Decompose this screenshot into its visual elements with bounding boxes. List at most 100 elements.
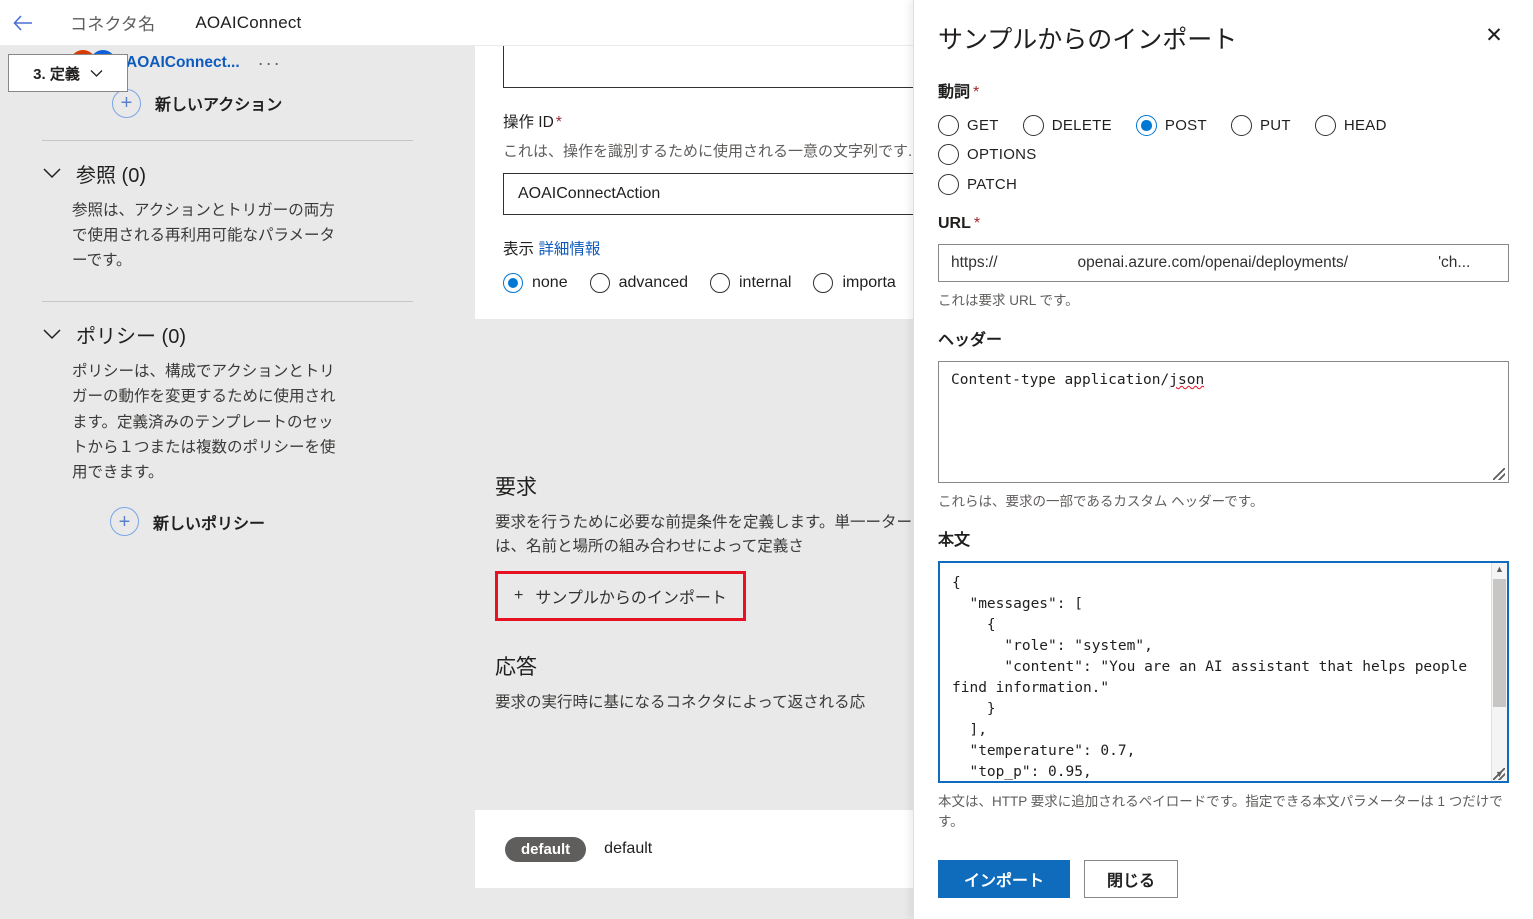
operation-id-label-text: 操作 ID (503, 114, 554, 131)
plus-circle-icon: + (112, 88, 141, 118)
verb-option-options-label: OPTIONS (967, 146, 1037, 163)
body-value: { "messages": [ { "role": "system", "con… (952, 575, 1468, 781)
request-description: 要求を行うために必要な前提条件を定義します。単一ーターは、名前と場所の組み合わせ… (495, 514, 912, 556)
body-hint: 本文は、HTTP 要求に追加されるペイロードです。指定できる本文パラメーターは … (938, 794, 1503, 829)
radio-icon (1314, 115, 1336, 136)
panel-title: サンプルからのインポート (938, 26, 1238, 54)
response-name: default (604, 840, 653, 857)
tree-item-overflow-icon[interactable]: ··· (258, 53, 282, 74)
request-section: 要求 要求を行うために必要な前提条件を定義します。単一ーターは、名前と場所の組み… (475, 471, 913, 715)
top-bar: コネクタ名 AOAIConnect (0, 0, 913, 46)
radio-icon (589, 273, 610, 293)
close-button[interactable]: 閉じる (1084, 860, 1179, 898)
radio-icon (813, 273, 834, 293)
scrollbar-thumb[interactable] (1493, 579, 1506, 707)
panel-actions: インポート 閉じる (938, 860, 1509, 898)
response-heading: 応答 (495, 656, 537, 680)
chevron-down-icon (42, 162, 62, 185)
step-dropdown-label: 3. 定義 (33, 65, 80, 83)
close-icon[interactable]: ✕ (1479, 20, 1509, 50)
required-asterisk: * (555, 114, 562, 131)
operation-form-card: 操作 ID * これは、操作を識別するために使用される一意の文字列です. AOAI… (475, 46, 913, 319)
headers-textarea[interactable]: Content-type application/json (938, 361, 1509, 483)
operation-id-hint: これは、操作を識別するために使用される一意の文字列です. (503, 143, 913, 160)
app-root: コネクタ名 AOAIConnect 3. 定義 ! i AOAIConnect.… (0, 0, 1533, 919)
step-dropdown[interactable]: 3. 定義 (8, 54, 128, 92)
summary-field[interactable] (503, 46, 913, 88)
import-button[interactable]: インポート (938, 860, 1071, 898)
panel-header: サンプルからのインポート ✕ (914, 0, 1533, 56)
verb-option-options[interactable]: OPTIONS (938, 144, 1037, 165)
visibility-option-internal[interactable]: internal (709, 273, 792, 293)
operation-id-group: 操作 ID * これは、操作を識別するために使用される一意の文字列です. AOAI… (475, 110, 913, 293)
breadcrumb-label: コネクタ名 (70, 15, 156, 34)
visibility-option-internal-label: internal (738, 274, 792, 291)
required-asterisk: * (973, 84, 980, 101)
verb-option-patch[interactable]: PATCH (938, 174, 1017, 195)
policies-section-header[interactable]: ポリシー (0) (42, 320, 413, 349)
new-policy-label: 新しいポリシー (153, 515, 266, 533)
verb-option-put[interactable]: PUT (1230, 115, 1291, 136)
verb-option-head[interactable]: HEAD (1314, 115, 1387, 136)
plus-circle-icon: + (110, 507, 139, 537)
arrow-left-icon (13, 14, 32, 31)
back-button[interactable] (0, 0, 46, 46)
verb-option-post-label: POST (1164, 117, 1207, 134)
verb-option-delete[interactable]: DELETE (1022, 115, 1112, 136)
sidebar-section-references: 参照 (0) 参照は、アクションとトリガーの両方で使用される再利用可能なパラメー… (0, 141, 455, 273)
references-section-description: 参照は、アクションとトリガーの両方で使用される再利用可能なパラメーターです。 (72, 202, 336, 270)
radio-icon (1135, 115, 1157, 136)
definition-main-column: Swa 操作 ID* これは、操作を識別するために使用される一意の文字列です. … (455, 46, 913, 919)
resize-grip-icon[interactable] (1493, 468, 1505, 480)
verb-label: 動詞 * (938, 78, 1509, 102)
body-textarea[interactable]: { "messages": [ { "role": "system", "con… (938, 561, 1509, 783)
import-from-sample-panel: サンプルからのインポート ✕ 動詞 * GET DELETE POST PUT … (913, 0, 1533, 919)
visibility-option-none[interactable]: none (503, 273, 568, 293)
required-asterisk: * (973, 215, 981, 232)
radio-icon (1022, 115, 1044, 136)
policies-section-title: ポリシー (0) (76, 326, 186, 349)
headers-hint: これらは、要求の一部であるカスタム ヘッダーです。 (938, 494, 1264, 509)
visibility-option-important[interactable]: importa (813, 273, 896, 293)
panel-body: 動詞 * GET DELETE POST PUT HEAD OPTIONS PA… (914, 78, 1533, 898)
operation-id-label: 操作 ID * (503, 110, 913, 132)
sidebar-section-policies: ポリシー (0) ポリシーは、構成でアクションとトリガーの動作を変更するために使… (0, 302, 455, 545)
new-action-label: 新しいアクション (155, 97, 283, 114)
tree-item-label: AOAIConnect... (126, 54, 240, 71)
policies-section-description: ポリシーは、構成でアクションとトリガーの動作を変更するために使用されます。定義済… (72, 363, 336, 481)
visibility-label-row: 表示 詳細情報 (503, 237, 913, 259)
response-row-default[interactable]: default default (475, 810, 913, 888)
visibility-option-advanced[interactable]: advanced (589, 273, 688, 293)
resize-grip-icon[interactable] (1493, 768, 1505, 780)
references-section-header[interactable]: 参照 (0) (42, 159, 413, 188)
visibility-label: 表示 (503, 241, 535, 258)
verb-option-get[interactable]: GET (938, 115, 999, 136)
visibility-radio-group: none advanced internal importa (503, 273, 913, 293)
verb-option-patch-label: PATCH (967, 176, 1018, 193)
verb-option-head-label: HEAD (1343, 117, 1387, 134)
url-input[interactable]: https:// openai.azure.com/openai/deploym… (938, 244, 1509, 282)
plus-icon: + (514, 587, 524, 605)
import-from-sample-button[interactable]: + サンプルからのインポート (495, 571, 746, 622)
references-section-title: 参照 (0) (76, 165, 146, 187)
radio-icon (503, 273, 523, 293)
verb-option-post[interactable]: POST (1135, 115, 1207, 136)
scroll-up-icon[interactable]: ▲ (1495, 565, 1504, 574)
visibility-option-advanced-label: advanced (618, 274, 688, 291)
url-value-part1: https:// (951, 254, 998, 271)
operation-id-input[interactable]: AOAIConnectAction (503, 173, 913, 215)
verb-option-get-label: GET (967, 117, 999, 134)
breadcrumb-value: AOAIConnect (195, 12, 302, 32)
chevron-down-icon (90, 65, 103, 82)
new-policy-button[interactable]: + 新しいポリシー (42, 499, 413, 545)
visibility-more-info-link[interactable]: 詳細情報 (538, 241, 600, 258)
visibility-option-important-label: importa (842, 274, 896, 291)
url-label: URL * (938, 215, 1509, 233)
verb-option-delete-label: DELETE (1051, 117, 1112, 134)
verb-option-put-label: PUT (1259, 117, 1291, 134)
visibility-option-none-label: none (532, 274, 568, 291)
import-from-sample-label: サンプルからのインポート (535, 590, 727, 608)
radio-icon (938, 174, 959, 195)
verb-label-text: 動詞 (938, 84, 971, 101)
sidebar: ! i AOAIConnect... ··· + 新しいアクション 参照 (0)… (0, 46, 455, 919)
